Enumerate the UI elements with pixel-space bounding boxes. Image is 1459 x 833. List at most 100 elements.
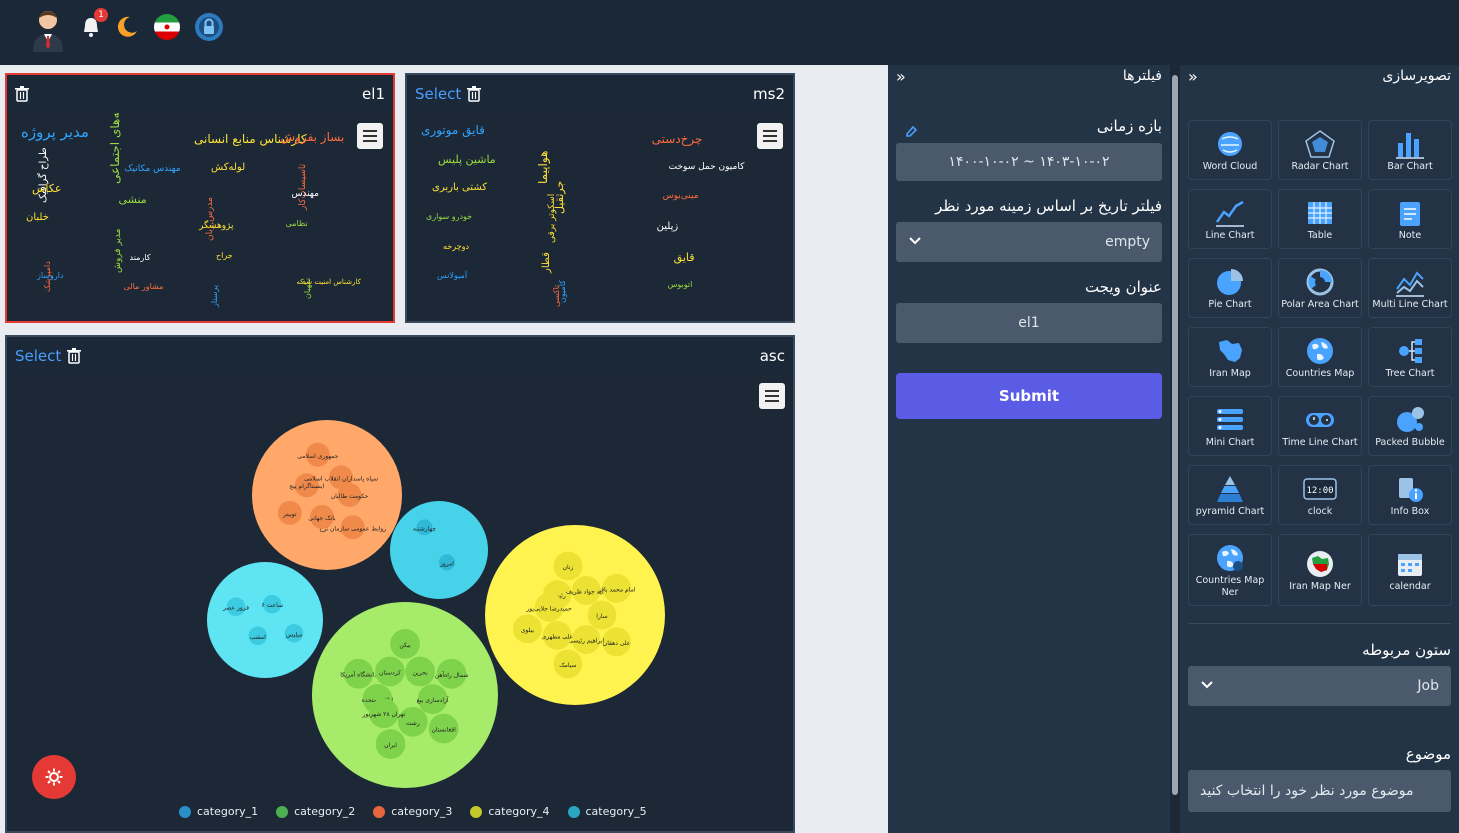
legend-item[interactable]: category_1 bbox=[179, 805, 258, 818]
collapse-icon[interactable]: » bbox=[896, 67, 906, 86]
tile-countries-map-ner[interactable]: Countries Map Ner bbox=[1188, 534, 1272, 606]
word-cloud-word: اتوبوس bbox=[667, 280, 693, 290]
bubble-label: ایران bbox=[384, 742, 397, 749]
word-cloud-word: خلبان bbox=[26, 212, 49, 223]
tile-table[interactable]: Table bbox=[1278, 189, 1362, 249]
widget-title: asc bbox=[759, 347, 785, 365]
word-cloud-chart: قایق موتوری هواپیما چرخ‌دستی ماشین پلیس جرثق… bbox=[407, 113, 793, 321]
notification-bell-icon[interactable]: 1 bbox=[74, 8, 108, 44]
legend-item[interactable]: category_5 bbox=[567, 805, 647, 818]
note-icon bbox=[1392, 196, 1428, 230]
legend-item[interactable]: category_2 bbox=[276, 805, 355, 818]
tile-packed-bubble[interactable]: Packed Bubble bbox=[1368, 396, 1452, 456]
legend-dot bbox=[470, 805, 483, 818]
widget-ms2[interactable]: Select ms2 قایق موتوری هواپیما چرخ‌دستی ماش… bbox=[405, 73, 795, 323]
bubble-label: تهران ۲۸ شهریور bbox=[361, 711, 405, 718]
bubble-label: بیلوی bbox=[521, 627, 535, 634]
word-cloud-word: قایق موتوری bbox=[421, 123, 485, 137]
widget-el1[interactable]: el1 مدیر پروژه مدیر رسانه‌های اجتماعی کارش… bbox=[5, 73, 395, 323]
related-column-select[interactable]: Job bbox=[1188, 666, 1451, 706]
chart-menu-button[interactable] bbox=[357, 123, 383, 149]
user-avatar[interactable] bbox=[30, 8, 66, 52]
tile-line-chart[interactable]: Line Chart bbox=[1188, 189, 1272, 249]
subject-input[interactable]: موضوع مورد نظر خود را انتخاب کنید bbox=[1188, 770, 1451, 812]
bubble-label: توییتر bbox=[282, 511, 297, 518]
tile-note[interactable]: Note bbox=[1368, 189, 1452, 249]
collapse-icon[interactable]: » bbox=[1188, 67, 1198, 86]
bubble-category[interactable] bbox=[252, 420, 402, 570]
word-cloud-word: کشتی باربری bbox=[432, 182, 487, 194]
widget-asc[interactable]: Select asc حکومت طالبان روابط عمومی سازما… bbox=[5, 335, 795, 833]
tile-word-cloud[interactable]: Word Cloud bbox=[1188, 120, 1272, 180]
clear-filter-icon[interactable] bbox=[904, 123, 918, 142]
word-cloud-word: مدرس زبان bbox=[205, 197, 215, 242]
legend-item[interactable]: category_3 bbox=[373, 805, 452, 818]
bubble-category[interactable] bbox=[485, 525, 665, 705]
chart-menu-button[interactable] bbox=[757, 123, 783, 149]
bubble-category[interactable] bbox=[390, 501, 488, 599]
word-cloud-icon bbox=[1212, 127, 1248, 161]
word-cloud-word: پژوهشگر bbox=[199, 221, 234, 231]
scrollbar[interactable] bbox=[1170, 65, 1180, 833]
delete-icon[interactable] bbox=[467, 86, 482, 102]
scroll-thumb[interactable] bbox=[1172, 75, 1178, 795]
tile-countries-map[interactable]: Countries Map bbox=[1278, 327, 1362, 387]
word-cloud-word: اسکوتر برقی bbox=[547, 194, 558, 244]
bubble-group[interactable]: امشب فروز عصر ساعت ۶ میلیس bbox=[207, 562, 323, 678]
word-cloud-word: نظامی bbox=[285, 219, 308, 228]
multi-line-chart-icon bbox=[1392, 265, 1428, 299]
delete-icon[interactable] bbox=[67, 348, 82, 364]
date-filter-select[interactable]: empty bbox=[896, 222, 1162, 262]
select-link[interactable]: Select bbox=[415, 85, 461, 103]
widget-title-input[interactable]: el1 bbox=[896, 303, 1162, 343]
date-range-input[interactable]: ۱۴۰۰-۱۰-۰۲ ~ ۱۴۰۳-۱۰-۰۲ bbox=[896, 143, 1162, 181]
bubble-group[interactable]: امروز چهارشنبه bbox=[390, 501, 488, 599]
calendar-icon bbox=[1392, 547, 1428, 581]
bubble-label: امروز bbox=[439, 560, 454, 567]
word-cloud-word: جراح bbox=[216, 250, 233, 260]
lock-settings-icon[interactable] bbox=[192, 10, 226, 44]
clock-icon: 12:00 bbox=[1302, 472, 1338, 506]
globe-icon bbox=[1302, 334, 1338, 368]
iran-map-icon bbox=[1212, 334, 1248, 368]
related-column-label: ستون مربوطه bbox=[1362, 641, 1451, 659]
filters-panel: » فیلترها بازه زمانی ۱۴۰۰-۱۰-۰۲ ~ ۱۴۰۳-۱… bbox=[888, 65, 1170, 833]
divider bbox=[1188, 623, 1451, 624]
tile-pyramid-chart[interactable]: pyramid Chart bbox=[1188, 465, 1272, 525]
bubble-group[interactable]: رئیسیزنانسید جواد ظریفامام محمد باقرسارا… bbox=[485, 525, 665, 705]
submit-button[interactable]: Submit bbox=[896, 373, 1162, 419]
bubble-group[interactable]: ایالات متحدهدانشگاه آمریکاکردستانبیکنبحر… bbox=[312, 602, 498, 788]
bubble-svg: حکومت طالبانروابط عمومی سازمان نرخبانک ج… bbox=[207, 420, 665, 788]
delete-icon[interactable] bbox=[15, 86, 29, 102]
select-link[interactable]: Select bbox=[15, 347, 61, 365]
dark-mode-moon-icon[interactable] bbox=[110, 10, 144, 44]
tile-polar-area-chart[interactable]: Polar Area Chart bbox=[1278, 258, 1362, 318]
tile-time-line-chart[interactable]: Time Line Chart bbox=[1278, 396, 1362, 456]
tile-mini-chart[interactable]: Mini Chart bbox=[1188, 396, 1272, 456]
tile-iran-map[interactable]: Iran Map bbox=[1188, 327, 1272, 387]
tile-bar-chart[interactable]: Bar Chart bbox=[1368, 120, 1452, 180]
chart-menu-button[interactable] bbox=[759, 383, 785, 409]
radar-chart-icon bbox=[1302, 127, 1338, 161]
packed-bubble-chart: حکومت طالبان روابط عمومی سازمان نرخ بانک ج… bbox=[7, 375, 793, 831]
tile-clock[interactable]: 12:00 clock bbox=[1278, 465, 1362, 525]
word-cloud-word: داروساز bbox=[37, 271, 64, 281]
chart-legend: category_1 category_2 category_3 category_4… bbox=[179, 805, 647, 818]
tile-radar-chart[interactable]: Radar Chart bbox=[1278, 120, 1362, 180]
visualization-panel: » تصویرسازی Bar Chart Radar Chart Word C… bbox=[1180, 65, 1459, 833]
tile-calendar[interactable]: calendar bbox=[1368, 534, 1452, 606]
widget-title: el1 bbox=[362, 85, 385, 103]
iran-flag-icon[interactable] bbox=[150, 10, 184, 44]
bubble-label: علی مطهری bbox=[542, 633, 573, 640]
table-icon bbox=[1302, 196, 1338, 230]
legend-item[interactable]: category_4 bbox=[470, 805, 550, 818]
tile-pie-chart[interactable]: Pie Chart bbox=[1188, 258, 1272, 318]
tile-iran-map-ner[interactable]: Iran Map Ner bbox=[1278, 534, 1362, 606]
settings-gear-button[interactable] bbox=[32, 755, 76, 799]
tile-tree-chart[interactable]: Tree Chart bbox=[1368, 327, 1452, 387]
tile-info-box[interactable]: Info Box bbox=[1368, 465, 1452, 525]
tile-multi-line-chart[interactable]: Multi Line Chart bbox=[1368, 258, 1452, 318]
word-cloud-word: قایق bbox=[673, 250, 695, 264]
bubble-category[interactable] bbox=[207, 562, 323, 678]
bubble-group[interactable]: حکومت طالبانروابط عمومی سازمان نرخبانک ج… bbox=[252, 420, 402, 570]
